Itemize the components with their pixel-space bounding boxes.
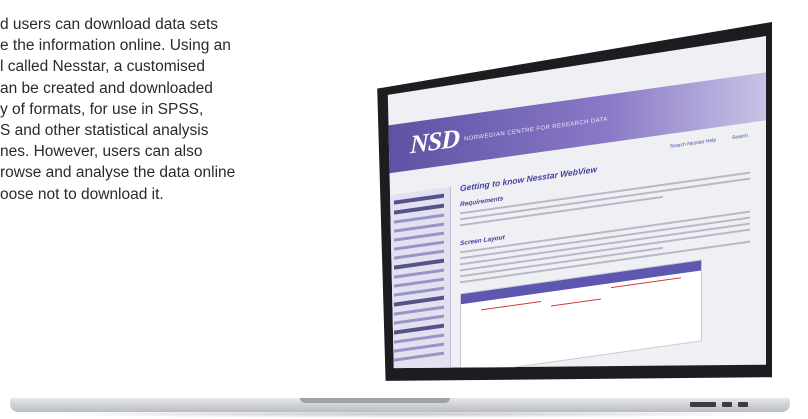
usb-port [722,402,732,407]
text-line [460,222,750,266]
sidebar-item[interactable] [394,351,444,362]
sidebar-item[interactable] [394,295,444,307]
sidebar-item[interactable] [394,193,444,205]
sidebar-item[interactable] [394,258,444,270]
sidebar-item[interactable] [394,342,444,353]
sidebar-item[interactable] [394,286,444,297]
sidebar-item[interactable] [394,222,444,233]
header-subtitle: NORWEGIAN CENTRE FOR RESEARCH DATA [464,116,608,143]
sidebar-item[interactable] [394,305,444,316]
laptop-photo: NSD NORWEGIAN CENTRE FOR RESEARCH DATA S… [0,0,808,419]
sidebar-item[interactable] [394,314,444,325]
sidebar-item[interactable] [394,213,444,224]
nsd-logo: NSD [410,123,460,160]
site-sidebar [388,186,451,369]
site-content: Getting to know Nesstar WebView Requirem… [460,143,750,369]
sidebar-item[interactable] [394,333,444,344]
sidebar-item[interactable] [394,268,444,279]
sidebar-item[interactable] [394,249,444,260]
laptop-notch [300,398,450,403]
sidebar-item[interactable] [394,323,444,335]
annotation-line [551,298,601,307]
sidebar-item[interactable] [394,240,444,251]
sidebar-item[interactable] [394,203,444,215]
sidebar-item[interactable] [394,277,444,288]
annotation-line [481,300,541,311]
search-link[interactable]: Search [732,133,748,141]
sidebar-item[interactable] [394,231,444,242]
usb-port [690,402,716,407]
usb-port [738,402,748,407]
diagram-toolbar [461,260,701,305]
